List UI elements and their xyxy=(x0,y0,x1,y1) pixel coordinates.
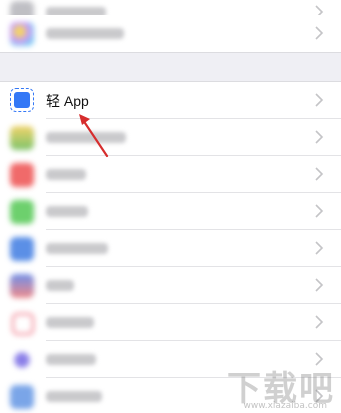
blurred-label xyxy=(46,243,108,254)
watermark-url: www.xiazaiba.com xyxy=(243,401,327,411)
settings-row-game-center[interactable] xyxy=(0,15,341,52)
chevron-right-icon xyxy=(315,315,324,329)
chevron-right-icon xyxy=(315,241,324,255)
chevron-right-icon xyxy=(315,167,324,181)
blurred-label xyxy=(46,280,74,291)
app-icon xyxy=(10,126,34,150)
settings-screen: 轻 App 下载吧 www.xiazaiba.com xyxy=(0,0,341,413)
chevron-right-icon xyxy=(315,93,324,107)
app-icon xyxy=(10,348,34,372)
light-app-label: 轻 App xyxy=(46,93,89,109)
app-icon xyxy=(10,163,34,187)
chevron-right-icon xyxy=(315,278,324,292)
chevron-right-icon xyxy=(315,26,324,40)
watermark: 下载吧 www.xiazaiba.com xyxy=(185,361,335,411)
blurred-label xyxy=(46,169,86,180)
settings-row[interactable] xyxy=(0,119,341,156)
blurred-label xyxy=(46,391,102,402)
section-top-border xyxy=(0,52,341,53)
annotation-arrow-icon xyxy=(79,114,109,158)
game-center-icon xyxy=(10,22,34,46)
settings-row[interactable] xyxy=(0,304,341,341)
chevron-right-icon xyxy=(315,204,324,218)
app-icon xyxy=(10,274,34,298)
settings-row[interactable] xyxy=(0,267,341,304)
app-icon xyxy=(10,385,34,409)
settings-row[interactable] xyxy=(0,156,341,193)
settings-row-light-app[interactable]: 轻 App xyxy=(0,82,341,119)
chevron-right-icon xyxy=(315,130,324,144)
settings-row[interactable] xyxy=(0,193,341,230)
settings-row[interactable] xyxy=(0,230,341,267)
blurred-label xyxy=(46,354,96,365)
app-icon xyxy=(12,313,34,335)
app-icon xyxy=(10,200,34,224)
blurred-label xyxy=(46,206,88,217)
light-app-icon xyxy=(10,88,34,112)
app-icon xyxy=(10,237,34,261)
section-gap xyxy=(0,52,341,82)
blurred-label xyxy=(46,28,124,39)
blurred-label xyxy=(46,317,94,328)
